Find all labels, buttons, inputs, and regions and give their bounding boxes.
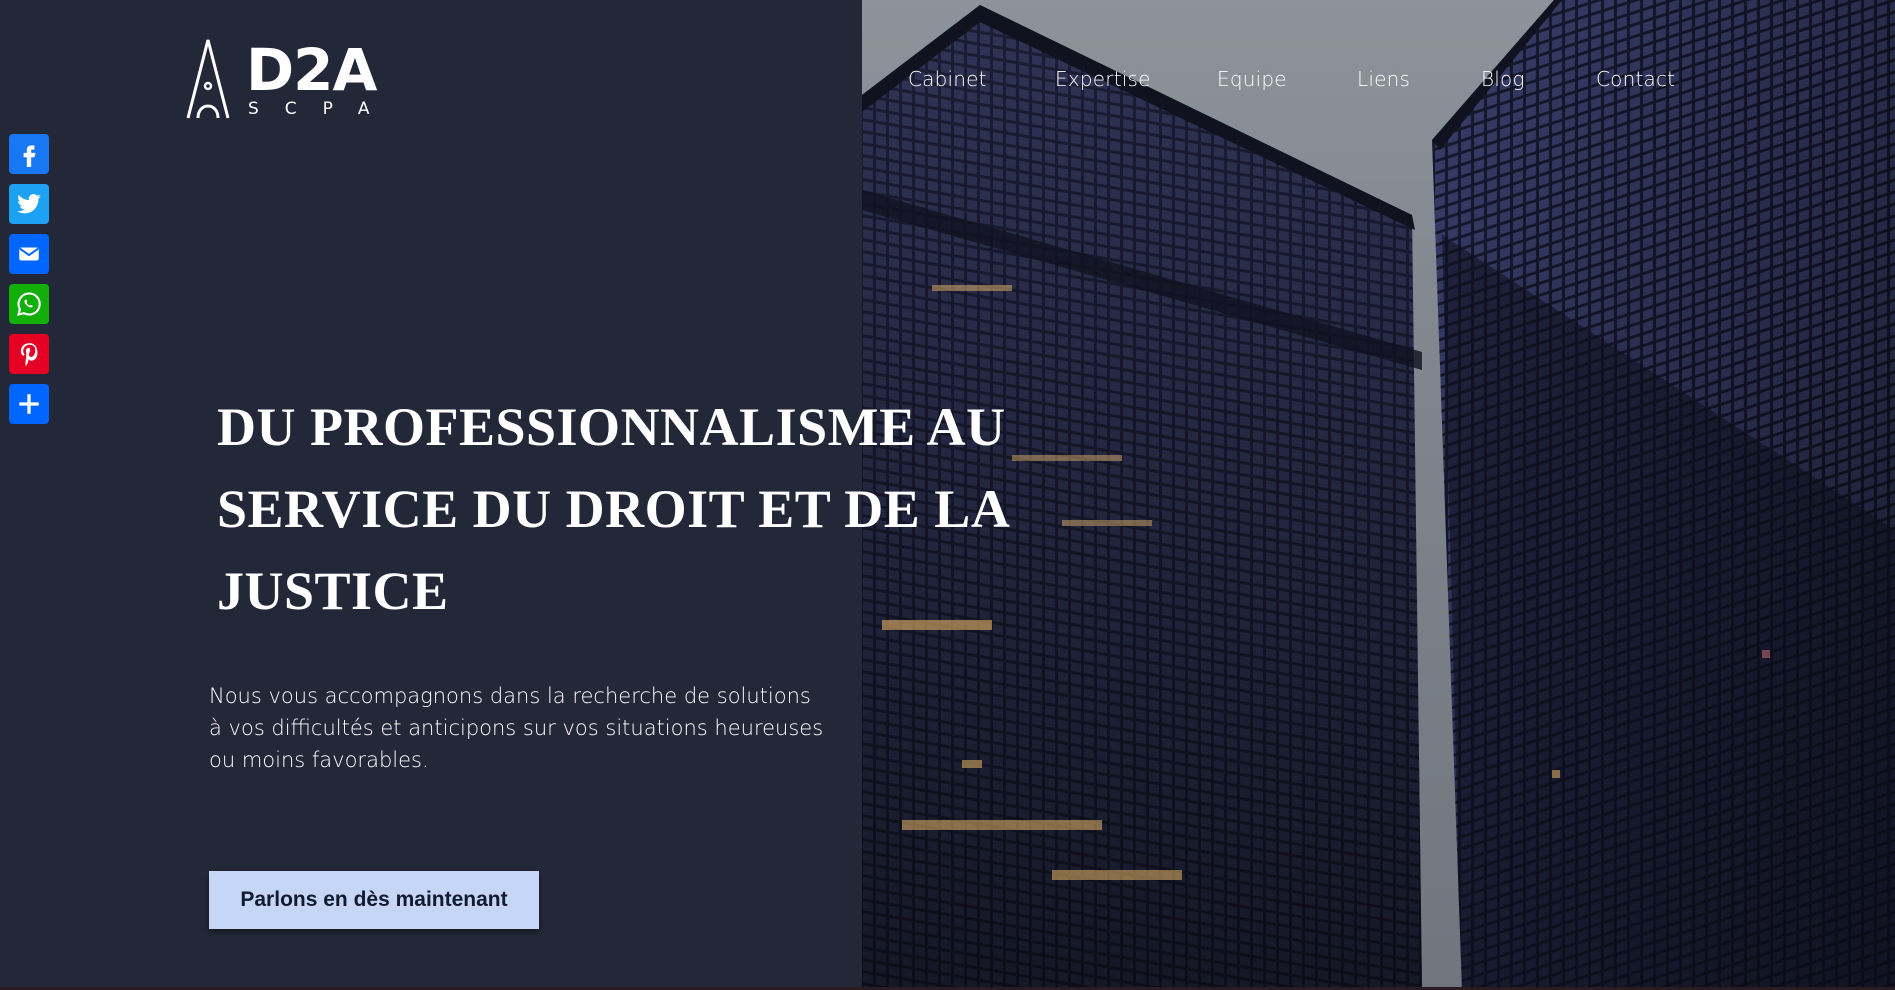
twitter-share-button[interactable] <box>9 184 49 224</box>
pinterest-share-button[interactable] <box>9 334 49 374</box>
facebook-share-button[interactable] <box>9 134 49 174</box>
share-add-icon <box>19 394 39 414</box>
nav-item-expertise[interactable]: Expertise <box>1055 62 1151 96</box>
share-more-button[interactable] <box>9 384 49 424</box>
twitter-icon <box>17 194 41 214</box>
hero-lead-text: Nous vous accompagnons dans la recherche… <box>209 684 824 772</box>
whatsapp-share-button[interactable] <box>9 284 49 324</box>
pinterest-icon <box>20 343 38 366</box>
email-share-button[interactable] <box>9 234 49 274</box>
facebook-icon <box>23 145 36 167</box>
logo-tagline: SCPA <box>248 99 396 119</box>
contact-cta-button[interactable]: Parlons en dès maintenant <box>209 871 539 929</box>
nav-item-equipe[interactable]: Equipe <box>1217 62 1287 96</box>
email-icon <box>19 247 39 261</box>
nav-item-liens[interactable]: Liens <box>1357 62 1410 96</box>
whatsapp-icon <box>17 292 41 316</box>
nav-item-blog[interactable]: Blog <box>1481 62 1525 96</box>
hero-headline: DU PROFESSIONNALISME AU SERVICE DU DROIT… <box>217 397 1008 621</box>
nav-item-cabinet[interactable]: Cabinet <box>908 62 987 96</box>
nav-item-contact[interactable]: Contact <box>1596 62 1675 96</box>
main-nav: Cabinet Expertise Equipe Liens Blog Cont… <box>0 62 1895 96</box>
